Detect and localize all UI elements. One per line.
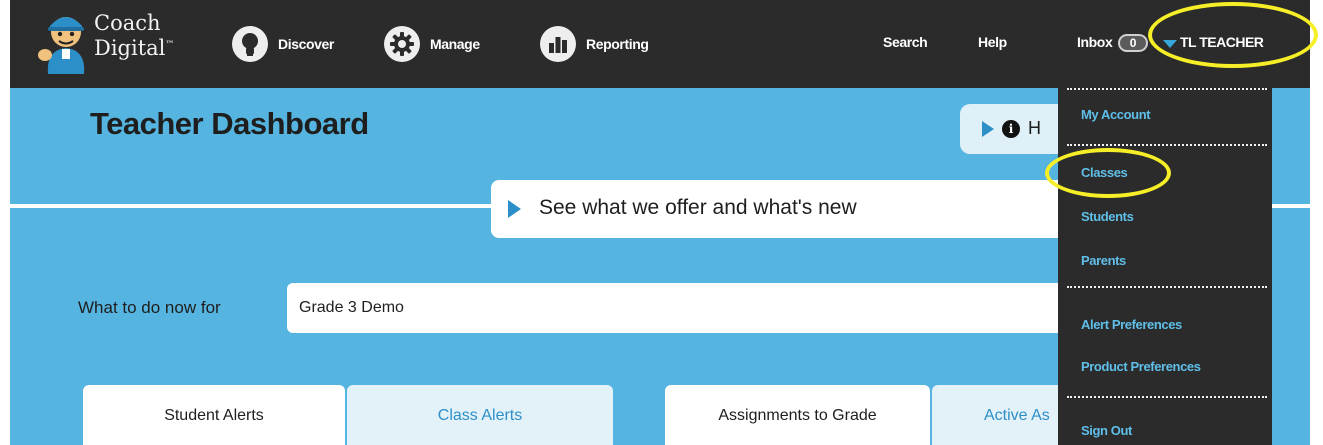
play-icon	[508, 200, 521, 218]
play-icon	[982, 121, 994, 137]
whats-new-label: See what we offer and what's new	[539, 196, 857, 219]
tab-assignments-to-grade[interactable]: Assignments to Grade	[665, 385, 930, 445]
coach-mascot-logo[interactable]	[36, 10, 94, 76]
highlight-circle-user-menu	[1148, 2, 1318, 68]
nav-manage[interactable]: Manage	[384, 26, 480, 62]
page-title: Teacher Dashboard	[90, 106, 369, 141]
bar-chart-icon	[540, 26, 576, 62]
brand-line-1: Coach	[94, 11, 161, 35]
class-select-value: Grade 3 Demo	[299, 299, 404, 316]
help-button-label: H	[1028, 118, 1041, 138]
menu-item-parents[interactable]: Parents	[1081, 253, 1126, 268]
tab-class-alerts[interactable]: Class Alerts	[347, 385, 613, 445]
inbox-link[interactable]: Inbox 0	[1077, 34, 1148, 53]
tab-student-alerts[interactable]: Student Alerts	[83, 385, 345, 445]
inbox-count-badge: 0	[1117, 34, 1148, 53]
whats-new-banner[interactable]: See what we offer and what's new	[491, 180, 1071, 238]
highlight-circle-classes	[1045, 148, 1171, 198]
menu-separator	[1067, 286, 1267, 288]
tab-active-assignments[interactable]: Active As	[932, 385, 1072, 445]
user-dropdown-menu: My Account Classes Students Parents Aler…	[1058, 80, 1272, 445]
search-link[interactable]: Search	[883, 34, 928, 50]
nav-discover-label: Discover	[278, 36, 334, 52]
inbox-label: Inbox	[1077, 34, 1113, 50]
menu-item-my-account[interactable]: My Account	[1081, 107, 1151, 122]
menu-separator	[1067, 144, 1267, 146]
lightbulb-icon	[232, 26, 268, 62]
menu-separator	[1067, 88, 1267, 90]
nav-discover[interactable]: Discover	[232, 26, 334, 62]
menu-item-sign-out[interactable]: Sign Out	[1081, 423, 1132, 438]
menu-item-product-preferences[interactable]: Product Preferences	[1081, 359, 1201, 374]
trademark-symbol: ™	[165, 40, 175, 50]
class-select[interactable]: Grade 3 Demo	[287, 283, 1077, 333]
nav-reporting-label: Reporting	[586, 36, 649, 52]
gear-icon	[384, 26, 420, 62]
brand-name[interactable]: Coach Digital™	[94, 12, 174, 59]
info-icon: i	[1002, 120, 1020, 138]
what-to-do-label: What to do now for	[78, 298, 221, 317]
nav-reporting[interactable]: Reporting	[540, 26, 649, 62]
nav-manage-label: Manage	[430, 36, 480, 52]
help-link[interactable]: Help	[978, 34, 1007, 50]
top-navigation-bar: Coach Digital™ Discover Manage Reporting…	[10, 0, 1310, 88]
brand-line-2: Digital	[94, 36, 166, 60]
menu-item-alert-preferences[interactable]: Alert Preferences	[1081, 317, 1182, 332]
divider-line-left	[10, 204, 492, 208]
menu-separator	[1067, 396, 1267, 398]
menu-item-students[interactable]: Students	[1081, 209, 1134, 224]
